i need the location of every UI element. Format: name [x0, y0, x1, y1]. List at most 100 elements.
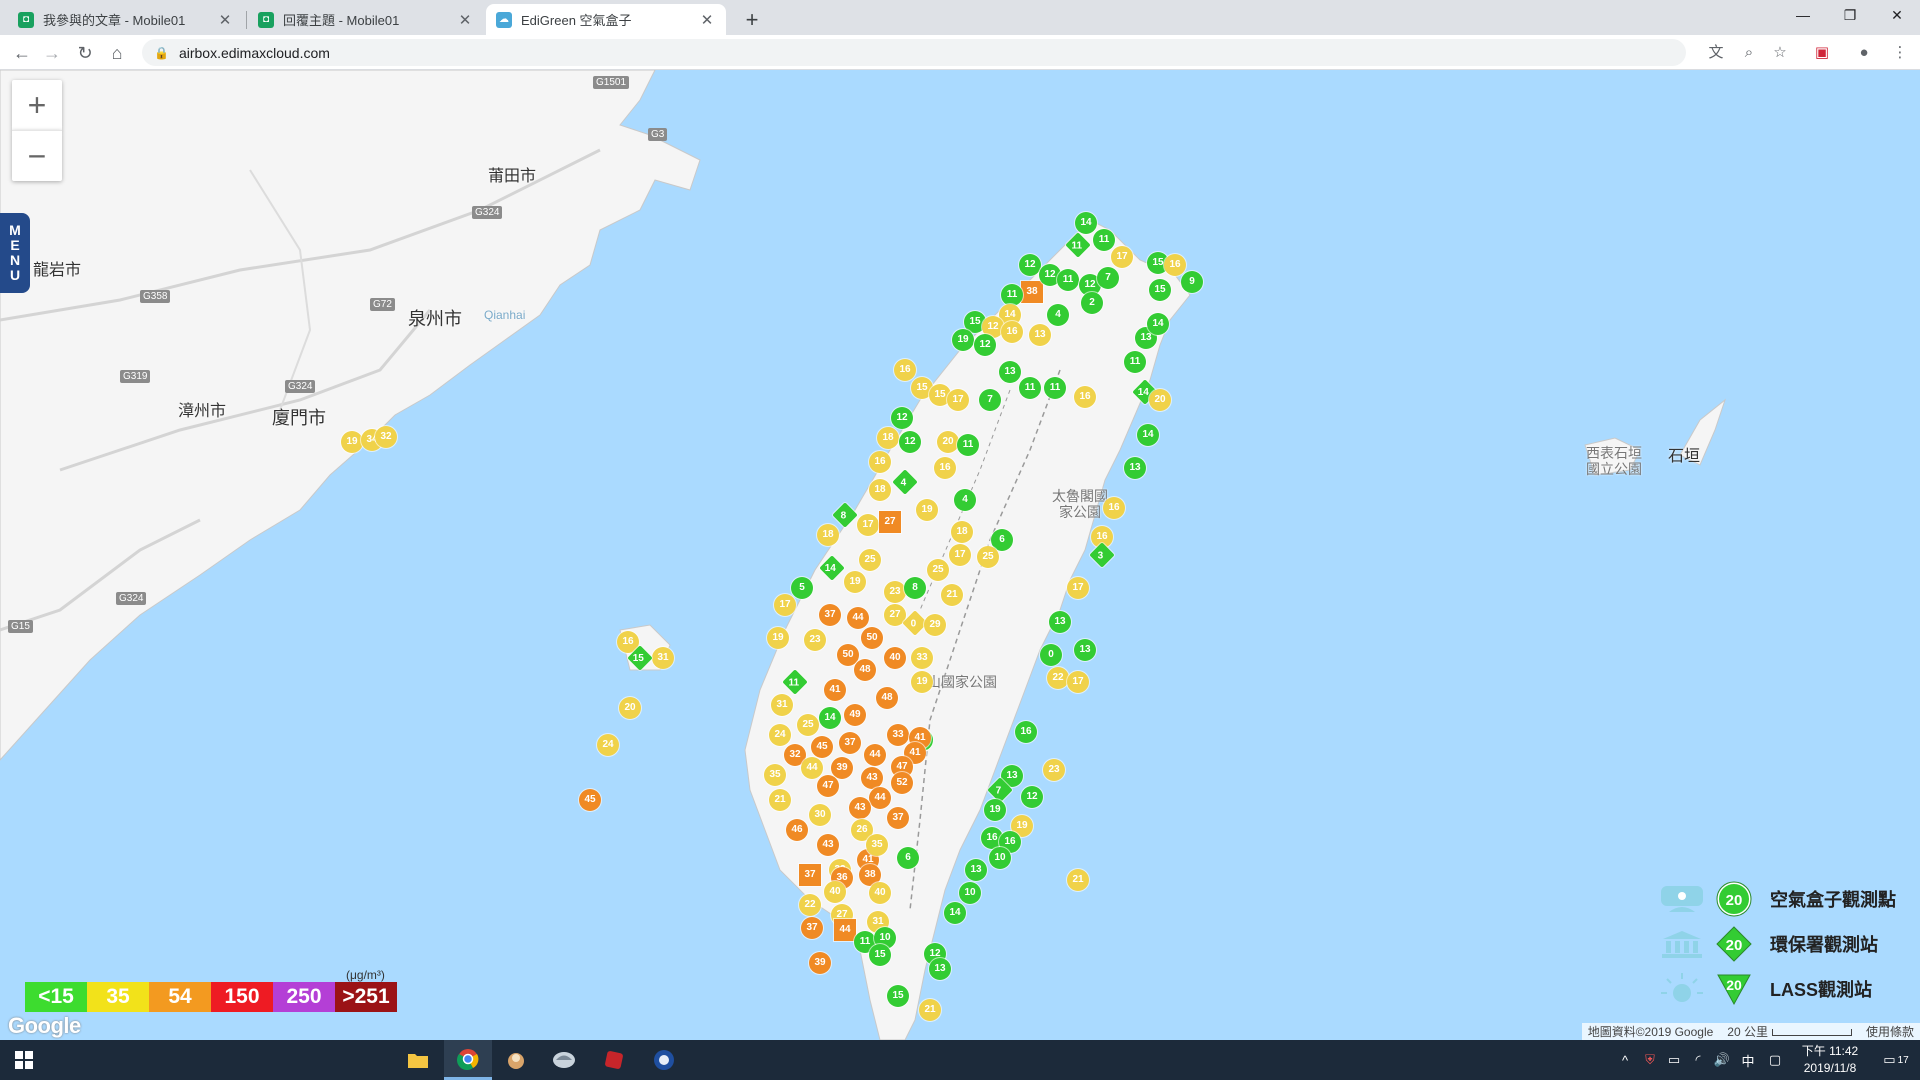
airbox-marker[interactable]: 13: [999, 361, 1021, 383]
system-clock[interactable]: 下午 11:42 2019/11/8: [1790, 1043, 1870, 1077]
airbox-marker[interactable]: 11: [1001, 284, 1023, 306]
airbox-marker[interactable]: 12: [1021, 786, 1043, 808]
airbox-marker[interactable]: 37: [839, 732, 861, 754]
airbox-marker[interactable]: 16: [1015, 721, 1037, 743]
airbox-marker[interactable]: 18: [877, 427, 899, 449]
airbox-marker[interactable]: 8: [904, 577, 926, 599]
airbox-marker[interactable]: 44: [864, 744, 886, 766]
airbox-marker[interactable]: 17: [774, 594, 796, 616]
airbox-marker[interactable]: 19: [844, 571, 866, 593]
airbox-marker[interactable]: 11: [1057, 269, 1079, 291]
airbox-marker[interactable]: 17: [947, 389, 969, 411]
airbox-marker[interactable]: 37: [801, 917, 823, 939]
action-center-button[interactable]: ▭ 17: [1878, 1040, 1914, 1080]
extension-icon[interactable]: ▣: [1808, 39, 1836, 67]
airbox-marker[interactable]: 15: [1149, 279, 1171, 301]
start-button[interactable]: [0, 1040, 48, 1080]
airbox-marker[interactable]: 25: [797, 714, 819, 736]
airbox-marker[interactable]: 19: [952, 329, 974, 351]
airbox-marker[interactable]: 15: [869, 944, 891, 966]
airbox-marker[interactable]: 16: [1164, 254, 1186, 276]
airbox-marker[interactable]: 14: [1147, 313, 1169, 335]
airbox-marker[interactable]: 40: [824, 881, 846, 903]
chrome-button[interactable]: [444, 1040, 492, 1080]
airbox-marker[interactable]: 12: [891, 407, 913, 429]
airbox-marker[interactable]: 25: [927, 559, 949, 581]
airbox-marker[interactable]: 2: [1081, 292, 1103, 314]
airbox-marker[interactable]: 4: [954, 489, 976, 511]
map-data-credit[interactable]: 地圖資料©2019 Google: [1588, 1023, 1714, 1040]
airbox-marker[interactable]: 19: [341, 431, 363, 453]
airbox-marker[interactable]: 17: [1067, 577, 1089, 599]
airbox-marker[interactable]: 14: [1075, 212, 1097, 234]
airbox-marker[interactable]: 22: [1047, 667, 1069, 689]
tab-edigreen-airbox[interactable]: ☁ EdiGreen 空氣盒子 ✕: [486, 4, 726, 35]
new-tab-button[interactable]: +: [738, 6, 766, 34]
airbox-marker[interactable]: 19: [916, 499, 938, 521]
airbox-marker[interactable]: 16: [1103, 497, 1125, 519]
airbox-marker[interactable]: 5: [791, 577, 813, 599]
airbox-marker[interactable]: 37: [887, 807, 909, 829]
airbox-marker[interactable]: 13: [1049, 611, 1071, 633]
ime-indicator[interactable]: 中: [1738, 1040, 1758, 1080]
airbox-marker[interactable]: 13: [965, 859, 987, 881]
airbox-marker[interactable]: 35: [764, 764, 786, 786]
airbox-marker[interactable]: 39: [831, 757, 853, 779]
airbox-marker[interactable]: 0: [1040, 644, 1062, 666]
map-view[interactable]: 莆田市 龍岩市 泉州市 漳州市 廈門市 石垣 西表石垣國立公園 Qianhai …: [0, 70, 1920, 1040]
lass-marker[interactable]: 44: [834, 919, 856, 941]
close-tab-icon[interactable]: ✕: [216, 11, 234, 29]
airbox-marker[interactable]: 7: [1097, 267, 1119, 289]
airbox-marker[interactable]: 12: [1019, 254, 1041, 276]
airbox-marker[interactable]: 14: [819, 707, 841, 729]
translate-icon[interactable]: 文: [1702, 39, 1730, 67]
airbox-marker[interactable]: 18: [817, 524, 839, 546]
airbox-marker[interactable]: 16: [1001, 321, 1023, 343]
airbox-marker[interactable]: 47: [817, 775, 839, 797]
airbox-marker[interactable]: 17: [857, 514, 879, 536]
app-button[interactable]: [492, 1040, 540, 1080]
airbox-marker[interactable]: 14: [1137, 424, 1159, 446]
airbox-marker[interactable]: 40: [884, 647, 906, 669]
menu-kebab-icon[interactable]: ⋮: [1886, 39, 1914, 67]
airbox-marker[interactable]: 46: [786, 819, 808, 841]
airbox-marker[interactable]: 13: [1074, 639, 1096, 661]
address-bar[interactable]: 🔒 airbox.edimaxcloud.com: [142, 39, 1686, 66]
lass-marker[interactable]: 38: [1021, 281, 1043, 303]
file-explorer-button[interactable]: [394, 1040, 442, 1080]
close-tab-icon[interactable]: ✕: [456, 11, 474, 29]
airbox-marker[interactable]: 6: [897, 847, 919, 869]
airbox-marker[interactable]: 20: [1149, 389, 1171, 411]
airbox-marker[interactable]: 33: [887, 724, 909, 746]
airbox-marker[interactable]: 21: [941, 584, 963, 606]
airbox-marker[interactable]: 10: [959, 882, 981, 904]
airbox-marker[interactable]: 9: [1181, 271, 1203, 293]
airbox-marker[interactable]: 41: [824, 679, 846, 701]
airbox-marker[interactable]: 14: [944, 902, 966, 924]
airbox-marker[interactable]: 48: [854, 659, 876, 681]
airbox-marker[interactable]: 13: [929, 958, 951, 980]
airbox-marker[interactable]: 44: [801, 757, 823, 779]
airbox-marker[interactable]: 12: [974, 334, 996, 356]
airbox-marker[interactable]: 31: [652, 647, 674, 669]
menu-button[interactable]: M E N U: [0, 213, 30, 293]
airbox-marker[interactable]: 22: [799, 894, 821, 916]
airbox-marker[interactable]: 37: [819, 604, 841, 626]
airbox-marker[interactable]: 12: [899, 431, 921, 453]
restore-button[interactable]: ❐: [1827, 0, 1873, 30]
lass-marker[interactable]: 27: [879, 511, 901, 533]
security-icon[interactable]: ⛨: [1640, 1040, 1660, 1080]
airbox-marker[interactable]: 21: [919, 999, 941, 1021]
airbox-marker[interactable]: 15: [887, 985, 909, 1007]
airbox-marker[interactable]: 32: [375, 426, 397, 448]
show-hidden-icons-button[interactable]: ^: [1615, 1040, 1635, 1080]
airbox-marker[interactable]: 45: [579, 789, 601, 811]
airbox-marker[interactable]: 25: [859, 549, 881, 571]
zoom-in-button[interactable]: +: [12, 80, 62, 130]
airbox-marker[interactable]: 23: [804, 629, 826, 651]
zoom-out-button[interactable]: −: [12, 130, 62, 181]
airbox-marker[interactable]: 16: [894, 359, 916, 381]
tab-mobile01-articles[interactable]: ◘ 我參與的文章 - Mobile01 ✕: [8, 4, 244, 35]
minimize-button[interactable]: —: [1780, 0, 1826, 30]
airbox-marker[interactable]: 16: [869, 451, 891, 473]
